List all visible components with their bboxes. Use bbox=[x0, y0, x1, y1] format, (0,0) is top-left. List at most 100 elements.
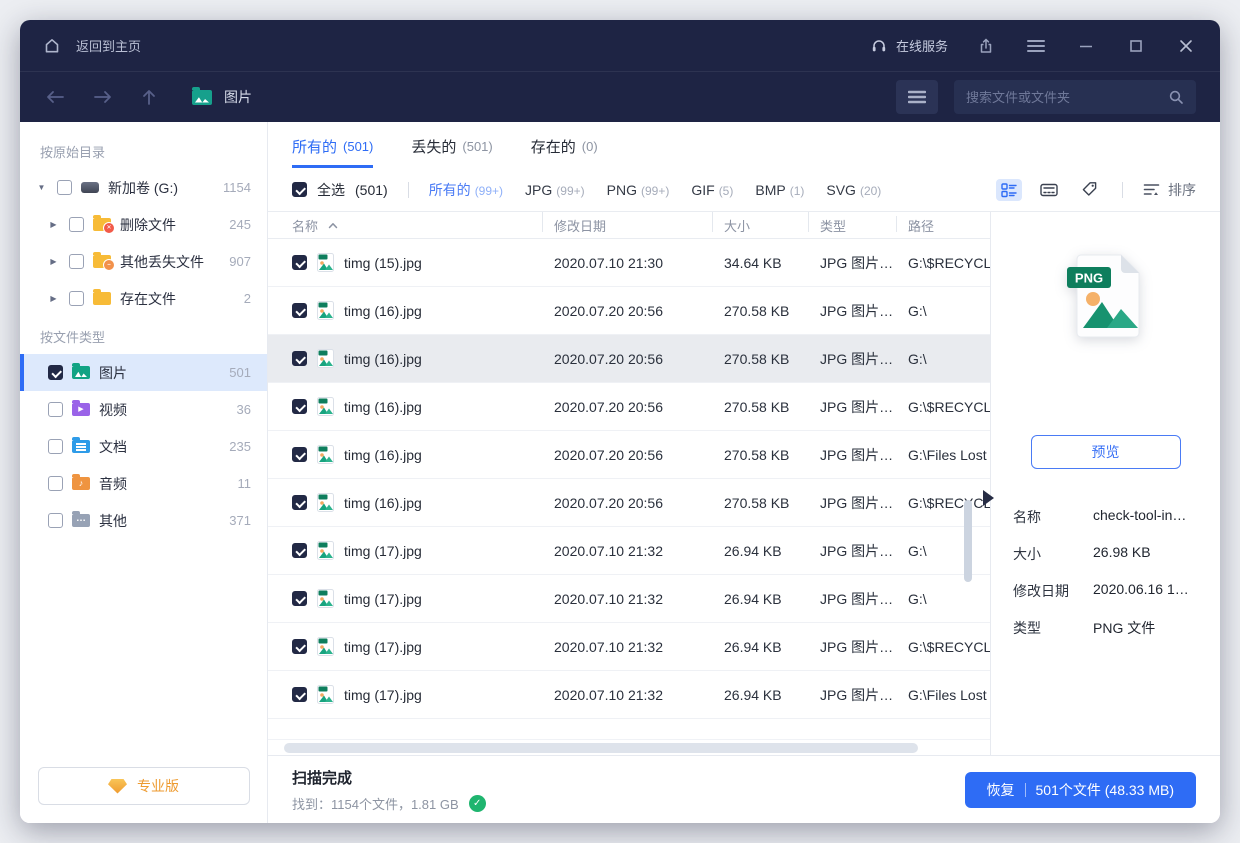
preview-button[interactable]: 预览 bbox=[1031, 435, 1181, 469]
file-size: 270.58 KB bbox=[712, 495, 808, 511]
pro-version-button[interactable]: 专业版 bbox=[38, 767, 250, 805]
file-type-item[interactable]: 其他 371 bbox=[20, 502, 267, 539]
file-size: 270.58 KB bbox=[712, 399, 808, 415]
format-filter[interactable]: PNG (99+) bbox=[607, 182, 670, 198]
row-checkbox[interactable] bbox=[292, 399, 307, 414]
horizontal-scroll-track bbox=[268, 739, 990, 755]
panel-collapse-arrow[interactable] bbox=[983, 490, 994, 506]
table-row[interactable]: timg (16).jpg 2020.07.20 20:56 270.58 KB… bbox=[268, 383, 990, 431]
file-type-item[interactable]: 视频 36 bbox=[20, 391, 267, 428]
up-button[interactable] bbox=[140, 87, 158, 107]
divider bbox=[1122, 182, 1123, 198]
column-name[interactable]: 名称 bbox=[292, 216, 542, 235]
gem-icon bbox=[108, 779, 127, 794]
tree-item-checkbox[interactable] bbox=[57, 180, 72, 195]
table-row[interactable]: timg (16).jpg 2020.07.20 20:56 270.58 KB… bbox=[268, 287, 990, 335]
tree-item-checkbox[interactable] bbox=[69, 254, 84, 269]
sort-button[interactable]: 排序 bbox=[1143, 180, 1196, 200]
table-row[interactable]: timg (16).jpg 2020.07.20 20:56 270.58 KB… bbox=[268, 335, 990, 383]
tree-item-label: 存在文件 bbox=[120, 289, 235, 309]
maximize-button[interactable] bbox=[1124, 34, 1148, 58]
format-filter[interactable]: JPG (99+) bbox=[525, 182, 585, 198]
row-checkbox[interactable] bbox=[292, 543, 307, 558]
row-checkbox[interactable] bbox=[292, 255, 307, 270]
result-tabs: 所有的 (501) 丢失的 (501) 存在的 (0) bbox=[268, 122, 1220, 168]
table-row[interactable]: timg (17).jpg 2020.07.10 21:32 26.94 KB … bbox=[268, 527, 990, 575]
close-button[interactable] bbox=[1174, 34, 1198, 58]
column-type[interactable]: 类型 bbox=[808, 216, 896, 235]
file-name: timg (17).jpg bbox=[344, 591, 422, 607]
vertical-scrollbar[interactable] bbox=[964, 500, 972, 582]
expand-arrow-icon[interactable]: ▶ bbox=[47, 220, 60, 229]
tree-item-checkbox[interactable] bbox=[69, 291, 84, 306]
row-checkbox[interactable] bbox=[292, 447, 307, 462]
tree-item-count: 907 bbox=[229, 254, 251, 269]
file-name: timg (16).jpg bbox=[344, 495, 422, 511]
expand-arrow-icon[interactable]: ▼ bbox=[35, 183, 48, 192]
type-item-checkbox[interactable] bbox=[48, 439, 63, 454]
result-tab[interactable]: 丢失的 (501) bbox=[411, 122, 492, 168]
table-row[interactable]: timg (17).jpg 2020.07.10 21:32 26.94 KB … bbox=[268, 623, 990, 671]
column-date[interactable]: 修改日期 bbox=[542, 216, 712, 235]
result-tab[interactable]: 所有的 (501) bbox=[292, 122, 373, 168]
column-path[interactable]: 路径 bbox=[896, 216, 990, 235]
expand-arrow-icon[interactable]: ▶ bbox=[47, 294, 60, 303]
type-item-checkbox[interactable] bbox=[48, 402, 63, 417]
tree-item-label: 删除文件 bbox=[120, 215, 220, 235]
list-view-button[interactable] bbox=[996, 179, 1022, 201]
tag-button[interactable] bbox=[1076, 179, 1102, 201]
row-checkbox[interactable] bbox=[292, 639, 307, 654]
thumbnail-view-button[interactable] bbox=[1036, 179, 1062, 201]
file-type-item[interactable]: 音频 11 bbox=[20, 465, 267, 502]
format-filter[interactable]: BMP (1) bbox=[755, 182, 804, 198]
tree-item-checkbox[interactable] bbox=[69, 217, 84, 232]
sidebar-tree-item[interactable]: ▶ 存在文件 2 bbox=[20, 280, 267, 317]
file-type-item[interactable]: 文档 235 bbox=[20, 428, 267, 465]
minimize-button[interactable] bbox=[1074, 34, 1098, 58]
expand-arrow-icon[interactable]: ▶ bbox=[47, 257, 60, 266]
online-service-label: 在线服务 bbox=[896, 36, 948, 55]
column-size[interactable]: 大小 bbox=[712, 216, 808, 235]
file-type-item[interactable]: 图片 501 bbox=[20, 354, 267, 391]
select-all-checkbox[interactable] bbox=[292, 182, 307, 197]
table-row[interactable]: timg (15).jpg 2020.07.10 21:30 34.64 KB … bbox=[268, 239, 990, 287]
type-item-count: 36 bbox=[237, 402, 251, 417]
recover-button[interactable]: 恢复 501个文件 (48.33 MB) bbox=[965, 772, 1197, 808]
row-checkbox[interactable] bbox=[292, 591, 307, 606]
format-filter[interactable]: SVG (20) bbox=[826, 182, 881, 198]
back-button[interactable] bbox=[44, 88, 66, 106]
nav-menu-button[interactable] bbox=[896, 80, 938, 114]
sidebar-tree-item[interactable]: ▶ 其他丢失文件 907 bbox=[20, 243, 267, 280]
file-table: 名称 修改日期 大小 类型 路径 bbox=[268, 212, 990, 755]
sidebar-tree-item[interactable]: ▼ 新加卷 (G:) 1154 bbox=[20, 169, 267, 206]
search-icon[interactable] bbox=[1168, 89, 1184, 105]
row-checkbox[interactable] bbox=[292, 495, 307, 510]
sidebar-tree-item[interactable]: ▶ 删除文件 245 bbox=[20, 206, 267, 243]
table-row[interactable]: timg (16).jpg 2020.07.20 20:56 270.58 KB… bbox=[268, 431, 990, 479]
select-all[interactable]: 全选 (501) bbox=[292, 180, 388, 200]
search-input[interactable] bbox=[966, 90, 1168, 105]
row-checkbox[interactable] bbox=[292, 687, 307, 702]
type-item-checkbox[interactable] bbox=[48, 365, 63, 380]
format-filter[interactable]: 所有的 (99+) bbox=[429, 180, 503, 200]
type-item-label: 其他 bbox=[99, 511, 220, 531]
row-checkbox[interactable] bbox=[292, 351, 307, 366]
menu-button[interactable] bbox=[1024, 34, 1048, 58]
format-filter[interactable]: GIF (5) bbox=[691, 182, 733, 198]
row-checkbox[interactable] bbox=[292, 303, 307, 318]
online-service[interactable]: 在线服务 bbox=[870, 36, 948, 55]
back-to-home[interactable]: 返回到主页 bbox=[42, 36, 141, 56]
file-size: 26.94 KB bbox=[712, 591, 808, 607]
type-item-checkbox[interactable] bbox=[48, 476, 63, 491]
table-row[interactable]: timg (17).jpg 2020.07.10 21:32 26.94 KB … bbox=[268, 671, 990, 719]
result-tab[interactable]: 存在的 (0) bbox=[531, 122, 598, 168]
horizontal-scrollbar[interactable] bbox=[284, 743, 918, 753]
type-item-checkbox[interactable] bbox=[48, 513, 63, 528]
share-button[interactable] bbox=[974, 34, 998, 58]
table-row[interactable]: timg (17).jpg 2020.07.10 21:32 26.94 KB … bbox=[268, 575, 990, 623]
table-row[interactable]: timg (16).jpg 2020.07.20 20:56 270.58 KB… bbox=[268, 479, 990, 527]
file-type: JPG 图片… bbox=[808, 541, 896, 561]
forward-button[interactable] bbox=[92, 88, 114, 106]
file-type: JPG 图片… bbox=[808, 253, 896, 273]
share-icon bbox=[977, 37, 995, 55]
